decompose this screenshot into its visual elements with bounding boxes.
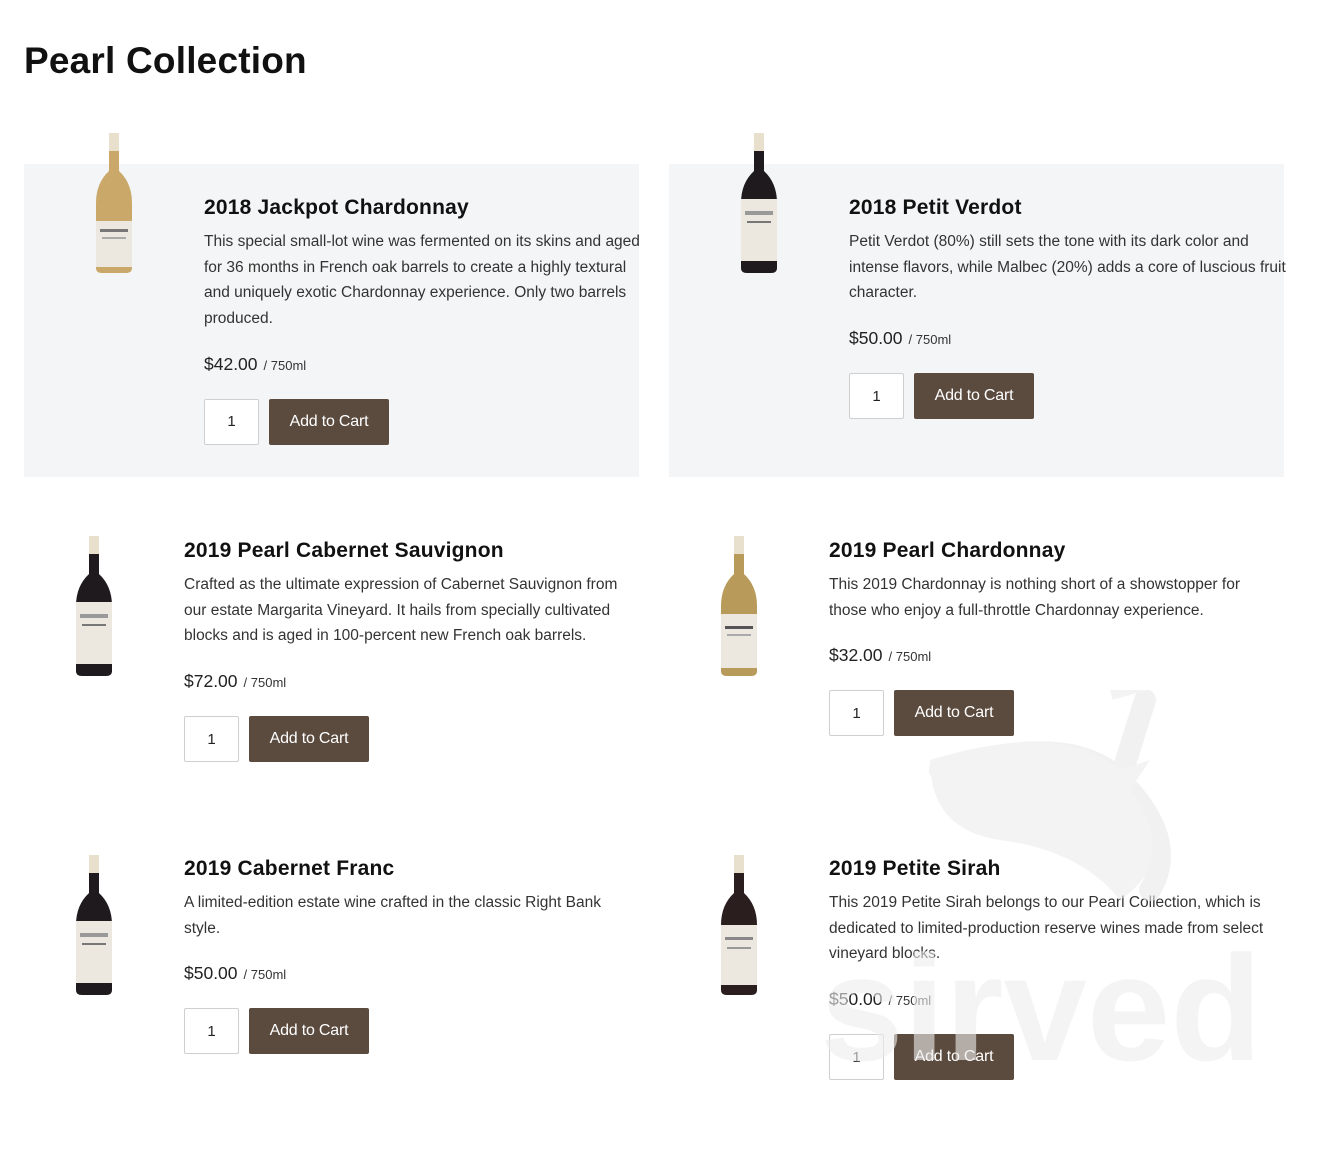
wine-bottle-image	[721, 536, 757, 676]
add-to-cart-button[interactable]: Add to Cart	[914, 373, 1034, 420]
add-to-cart-button[interactable]: Add to Cart	[269, 398, 389, 445]
wine-bottle-image	[96, 133, 132, 273]
product-price: $72.00	[184, 671, 238, 692]
product-unit: / 750ml	[888, 649, 932, 665]
quantity-input[interactable]	[829, 1034, 884, 1081]
add-to-cart-button[interactable]: Add to Cart	[894, 690, 1014, 737]
product-title[interactable]: 2019 Petite Sirah	[829, 857, 1284, 881]
product-description: This 2019 Petite Sirah belongs to our Pe…	[829, 894, 1264, 963]
add-to-cart-button[interactable]: Add to Cart	[249, 1008, 369, 1055]
page-title: Pearl Collection	[24, 40, 307, 81]
product-unit: / 750ml	[243, 675, 287, 691]
product-unit: / 750ml	[263, 357, 307, 373]
add-to-cart-button[interactable]: Add to Cart	[894, 1034, 1014, 1081]
wine-bottle-image	[76, 855, 112, 995]
product-description: Petit Verdot (80%) still sets the tone w…	[849, 233, 1286, 302]
quantity-input[interactable]	[849, 373, 904, 420]
product-price: $50.00	[829, 989, 883, 1010]
product-price: $50.00	[849, 328, 903, 349]
product-price: $50.00	[184, 963, 238, 984]
quantity-input[interactable]	[184, 1008, 239, 1055]
product-description: A limited-edition estate wine crafted in…	[184, 894, 601, 937]
product-price: $42.00	[204, 353, 258, 374]
product-title[interactable]: 2019 Pearl Chardonnay	[829, 539, 1269, 563]
product-description: Crafted as the ultimate expression of Ca…	[184, 576, 618, 645]
product-unit: / 750ml	[888, 993, 932, 1009]
product-title[interactable]: 2019 Pearl Cabernet Sauvignon	[184, 539, 639, 563]
product-description: This 2019 Chardonnay is nothing short of…	[829, 576, 1240, 619]
quantity-input[interactable]	[204, 398, 259, 445]
product-description: This special small-lot wine was fermente…	[204, 233, 640, 328]
wine-bottle-image	[721, 855, 757, 995]
product-unit: / 750ml	[908, 332, 952, 348]
product-unit: / 750ml	[243, 967, 287, 983]
quantity-input[interactable]	[829, 690, 884, 737]
wine-bottle-image	[76, 536, 112, 676]
add-to-cart-button[interactable]: Add to Cart	[249, 716, 369, 763]
quantity-input[interactable]	[184, 716, 239, 763]
product-title[interactable]: 2018 Petit Verdot	[849, 196, 1289, 220]
product-title[interactable]: 2019 Cabernet Franc	[184, 857, 624, 881]
product-title[interactable]: 2018 Jackpot Chardonnay	[204, 196, 644, 220]
product-price: $32.00	[829, 645, 883, 666]
wine-bottle-image	[741, 133, 777, 273]
